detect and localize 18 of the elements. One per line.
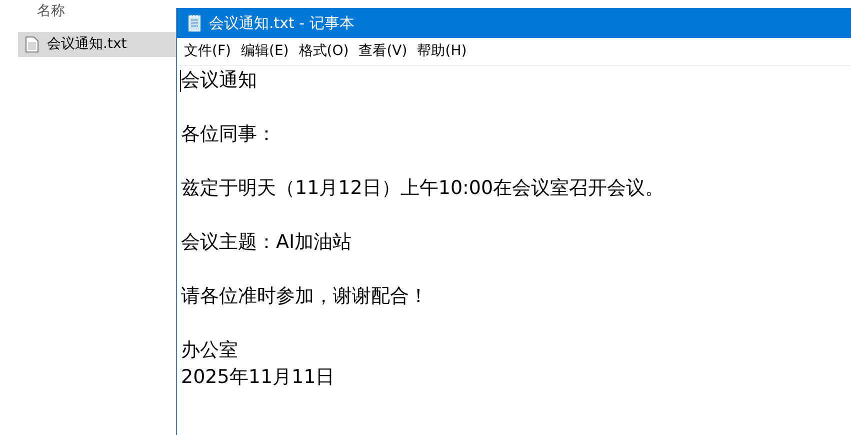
file-item[interactable]: 会议通知.txt bbox=[18, 32, 176, 57]
text-cursor bbox=[180, 70, 181, 92]
menu-item[interactable]: 编辑(E) bbox=[236, 41, 293, 62]
window-title: 会议通知.txt - 记事本 bbox=[209, 12, 354, 34]
menu-item[interactable]: 文件(F) bbox=[180, 41, 235, 62]
menu-item[interactable]: 格式(O) bbox=[294, 41, 353, 62]
text-line: 办公室 bbox=[181, 338, 239, 363]
text-line: 会议主题：AI加油站 bbox=[181, 230, 353, 255]
text-line: 兹定于明天（11月12日）上午10:00在会议室召开会议。 bbox=[181, 176, 666, 201]
text-line: 请各位准时参加，谢谢配合！ bbox=[181, 284, 429, 309]
notepad-icon bbox=[187, 14, 203, 32]
menu-item[interactable]: 查看(V) bbox=[354, 41, 412, 62]
text-line: 2025年11月11日 bbox=[181, 365, 336, 390]
file-icon bbox=[25, 36, 39, 53]
text-line: 会议通知 bbox=[181, 68, 258, 93]
menu-item[interactable]: 帮助(H) bbox=[413, 41, 471, 62]
column-header[interactable]: 名称 bbox=[0, 0, 176, 26]
text-line: 各位同事： bbox=[181, 122, 277, 147]
